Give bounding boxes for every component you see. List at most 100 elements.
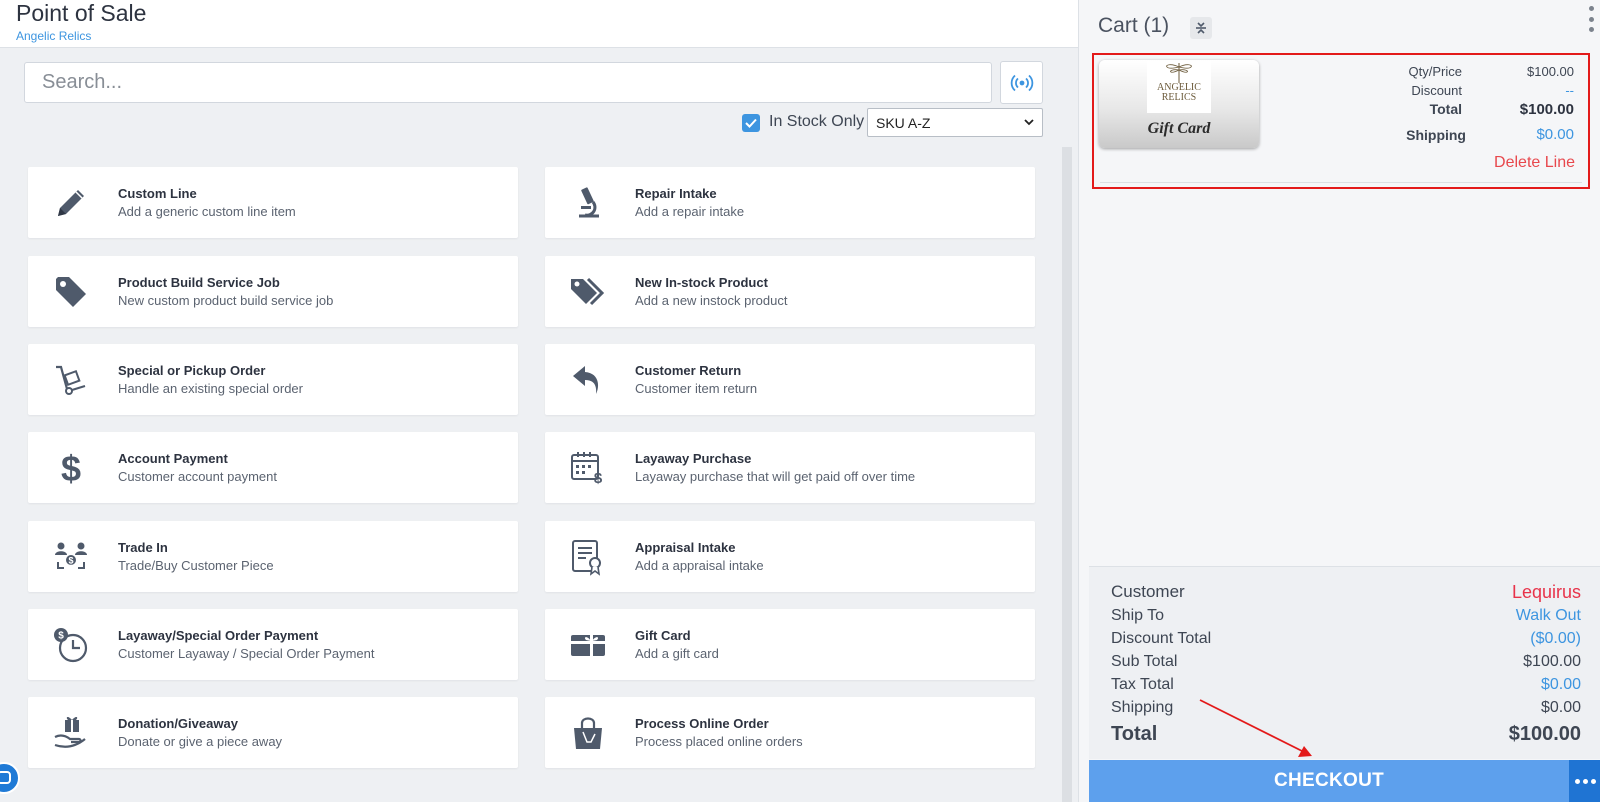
customer-value[interactable]: Lequirus (1512, 582, 1581, 603)
tile-new-in-stock-product[interactable]: New In-stock Product Add a new instock p… (545, 256, 1035, 327)
tile-title: Appraisal Intake (635, 540, 736, 555)
sort-select[interactable]: SKU A-Z (867, 108, 1043, 137)
tile-title: New In-stock Product (635, 275, 768, 290)
delete-line-button[interactable]: Delete Line (1494, 154, 1575, 172)
help-chat-button[interactable] (0, 762, 20, 794)
tag-icon (50, 271, 92, 313)
total-label: Total (1111, 723, 1158, 745)
tax-total-value[interactable]: $0.00 (1541, 676, 1581, 694)
collapse-toggle-button[interactable] (1190, 17, 1212, 39)
tile-title: Custom Line (118, 186, 197, 201)
in-stock-checkbox[interactable] (742, 114, 760, 132)
tile-trade-in[interactable]: $ Trade In Trade/Buy Customer Piece (28, 521, 518, 592)
sub-total-label: Sub Total (1111, 653, 1178, 670)
tile-title: Layaway/Special Order Payment (118, 628, 319, 643)
tile-title: Account Payment (118, 451, 228, 466)
shipping-label: Shipping (1111, 699, 1174, 716)
tile-description: New custom product build service job (118, 293, 334, 308)
ship-to-value[interactable]: Walk Out (1516, 607, 1581, 625)
tile-description: Add a new instock product (635, 293, 788, 308)
ship-to-label: Ship To (1111, 607, 1165, 624)
tile-custom-line[interactable]: Custom Line Add a generic custom line it… (28, 167, 518, 238)
tags-icon (567, 271, 609, 313)
line-total-value: $100.00 (1519, 101, 1574, 118)
tile-description: Customer Layaway / Special Order Payment (118, 646, 375, 661)
in-stock-label[interactable]: In Stock Only (769, 113, 864, 131)
tile-title: Trade In (118, 540, 168, 555)
tile-title: Repair Intake (635, 186, 717, 201)
discount-total-label: Discount Total (1111, 630, 1212, 647)
discount-total-value[interactable]: ($0.00) (1530, 630, 1581, 648)
tile-gift-card[interactable]: Gift Card Add a gift card (545, 609, 1035, 680)
broadcast-icon (1010, 74, 1033, 91)
line-shipping-value[interactable]: $0.00 (1474, 126, 1574, 143)
sub-total-value: $100.00 (1523, 653, 1581, 670)
tile-description: Add a gift card (635, 646, 719, 661)
tile-title: Donation/Giveaway (118, 716, 238, 731)
summary-row-customer: Customer Lequirus (1111, 582, 1581, 603)
scan-button[interactable] (1000, 61, 1043, 104)
tile-title: Gift Card (635, 628, 691, 643)
gift-card-image[interactable]: ANGELIC RELICS Gift Card (1099, 60, 1259, 148)
tile-product-build-service-job[interactable]: Product Build Service Job New custom pro… (28, 256, 518, 327)
tile-customer-return[interactable]: Customer Return Customer item return (545, 344, 1035, 415)
tile-description: Customer item return (635, 381, 758, 396)
checkout-more-options-icon[interactable] (1569, 760, 1600, 802)
tile-donation-giveaway[interactable]: Donation/Giveaway Donate or give a piece… (28, 697, 518, 768)
tile-description: Donate or give a piece away (118, 734, 283, 749)
chat-icon (0, 771, 11, 784)
search-input[interactable] (24, 62, 992, 103)
tile-description: Handle an existing special order (118, 381, 303, 396)
tile-special-or-pickup-order[interactable]: Special or Pickup Order Handle an existi… (28, 344, 518, 415)
hand-gift-icon (50, 712, 92, 754)
scrollbar[interactable] (1062, 147, 1072, 802)
tile-title: Layaway Purchase (635, 451, 752, 466)
tile-layaway-special-order-payment[interactable]: $ Layaway/Special Order Payment Customer… (28, 609, 518, 680)
discount-label: Discount (1411, 83, 1462, 98)
shipping-value: $0.00 (1540, 699, 1581, 716)
shopping-bag-icon (567, 712, 609, 754)
total-value: $100.00 (1508, 723, 1581, 745)
tile-appraisal-intake[interactable]: Appraisal Intake Add a appraisal intake (545, 521, 1035, 592)
line-total-label: Total (1429, 101, 1462, 117)
tile-repair-intake[interactable]: Repair Intake Add a repair intake (545, 167, 1035, 238)
discount-value[interactable]: -- (1474, 83, 1574, 98)
qty-price-value[interactable]: $100.00 (1474, 64, 1574, 79)
summary-row-ship-to: Ship To Walk Out (1111, 607, 1581, 625)
svg-text:$: $ (594, 470, 603, 487)
trade-exchange-icon: $ (50, 536, 92, 578)
gift-card-label: Gift Card (1147, 120, 1211, 137)
summary-row-discount-total: Discount Total ($0.00) (1111, 630, 1581, 648)
hand-truck-icon (50, 359, 92, 401)
dragonfly-icon (1166, 63, 1192, 83)
tile-title: Process Online Order (635, 716, 769, 731)
store-name-link[interactable]: Angelic Relics (16, 29, 91, 43)
tile-title: Product Build Service Job (118, 275, 280, 290)
dollar-icon: $ (50, 447, 92, 489)
qty-price-label: Qty/Price (1408, 64, 1462, 79)
checkmark-icon (745, 118, 757, 128)
tile-layaway-purchase[interactable]: $ Layaway Purchase Layaway purchase that… (545, 432, 1035, 503)
tile-title: Customer Return (635, 363, 742, 378)
sort-select-value: SKU A-Z (876, 114, 931, 131)
brand-name-bottom: RELICS (1161, 92, 1197, 103)
reply-arrow-icon (567, 359, 609, 401)
tile-description: Trade/Buy Customer Piece (118, 558, 274, 573)
page-header: Point of Sale Angelic Relics (0, 0, 1078, 48)
chevron-down-icon (1024, 119, 1034, 126)
microscope-icon (567, 182, 609, 224)
checkout-button[interactable]: CHECKOUT (1089, 760, 1569, 802)
line-divider (1100, 182, 1582, 183)
collapse-vertical-icon (1196, 22, 1206, 34)
tile-account-payment[interactable]: $ Account Payment Customer account payme… (28, 432, 518, 503)
certificate-icon (567, 536, 609, 578)
cart-menu-kebab-icon[interactable] (1587, 6, 1595, 32)
tax-total-label: Tax Total (1111, 676, 1174, 693)
tile-title: Special or Pickup Order (118, 363, 266, 378)
tile-description: Add a generic custom line item (118, 204, 296, 219)
tile-description: Process placed online orders (635, 734, 803, 749)
tile-process-online-order[interactable]: Process Online Order Process placed onli… (545, 697, 1035, 768)
cart-line-item: ANGELIC RELICS Gift Card Qty/Price $100.… (1092, 53, 1590, 189)
svg-text:$: $ (58, 631, 64, 642)
tile-description: Add a appraisal intake (635, 558, 764, 573)
